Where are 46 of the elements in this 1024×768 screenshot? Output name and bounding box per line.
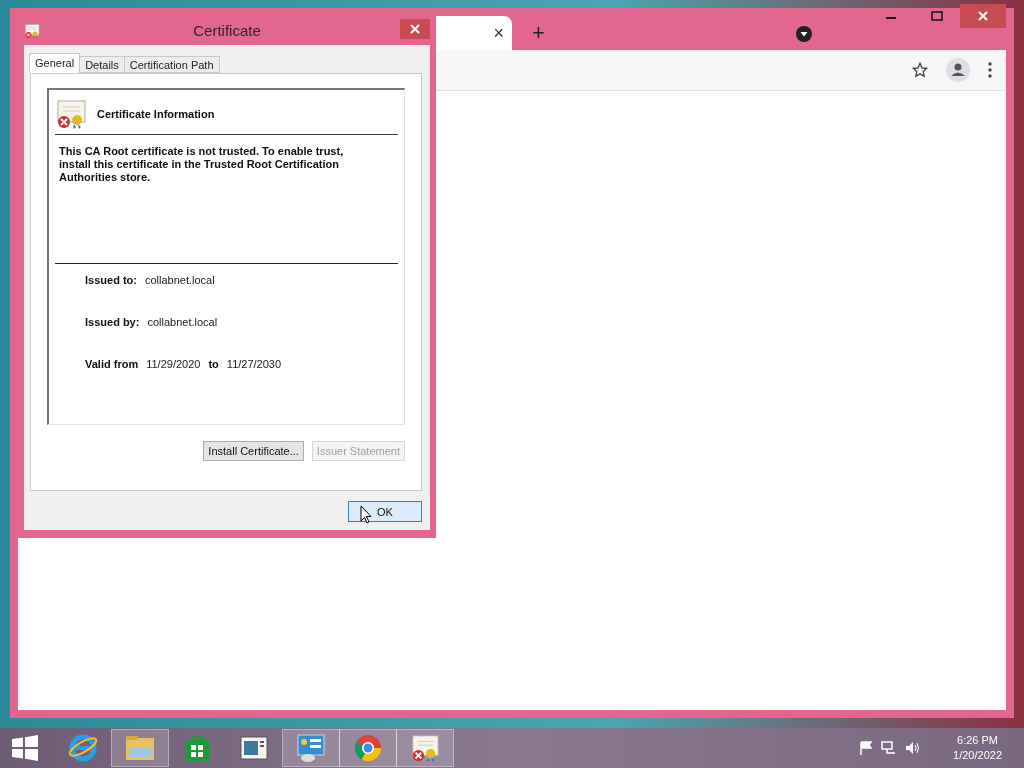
taskbar-app[interactable] (339, 729, 397, 767)
network-icon[interactable] (881, 741, 898, 755)
internet-explorer-icon (68, 733, 98, 763)
close-icon (978, 11, 988, 21)
close-button[interactable] (400, 18, 430, 39)
clock-date[interactable]: 1/20/2022 (953, 748, 1002, 763)
profile-icon[interactable] (946, 58, 970, 82)
star-icon[interactable] (912, 62, 928, 78)
window-title: Certificate (192, 22, 262, 39)
close-tab-button[interactable]: × (493, 24, 504, 42)
folder-icon (125, 735, 155, 761)
windows-logo-icon[interactable] (12, 735, 38, 761)
shopping-bag-icon (183, 734, 211, 762)
maximize-icon (931, 11, 943, 21)
field-value: collabnet.local (144, 274, 215, 286)
field-value: collabnet.local (147, 316, 218, 328)
flag-icon[interactable] (859, 741, 874, 755)
speaker-icon[interactable] (905, 741, 922, 755)
certificate-icon (55, 98, 87, 130)
certificate-icon (410, 733, 440, 763)
tab[interactable]: Details (79, 56, 125, 73)
menu-icon[interactable] (988, 62, 992, 78)
field-value: 11/27/2030 (226, 358, 282, 370)
close-button[interactable] (960, 4, 1006, 28)
control-panel-icon (296, 733, 326, 763)
taskbar-app[interactable] (396, 729, 454, 767)
section-heading: Certificate Information (97, 108, 215, 120)
browser-icon (353, 733, 383, 763)
taskbar-app[interactable] (282, 729, 340, 767)
field-value: 11/29/2020 (146, 358, 201, 370)
field-label: to (208, 358, 219, 370)
certificate-icon (24, 22, 40, 39)
tab[interactable]: General (29, 53, 81, 73)
trust-message: This CA Root certificate is not trusted. To enable trust, install this certificate in the Trusted Root Certification Authorities store. (59, 145, 345, 185)
install-certificate-button[interactable]: Install Certificate... (203, 441, 304, 461)
dropdown-icon[interactable] (796, 26, 812, 42)
clock-time[interactable]: 6:26 PM (957, 733, 998, 748)
field-label: Valid from (85, 358, 139, 370)
close-icon (410, 23, 420, 34)
ok-button[interactable]: OK (348, 501, 422, 522)
field-label: Issued to: (85, 274, 137, 286)
cursor-icon (360, 505, 372, 524)
new-tab-button[interactable]: + (532, 22, 545, 44)
field-label: Issued by: (85, 316, 140, 328)
document-icon (240, 736, 268, 760)
tab[interactable]: Certification Path (123, 56, 220, 73)
